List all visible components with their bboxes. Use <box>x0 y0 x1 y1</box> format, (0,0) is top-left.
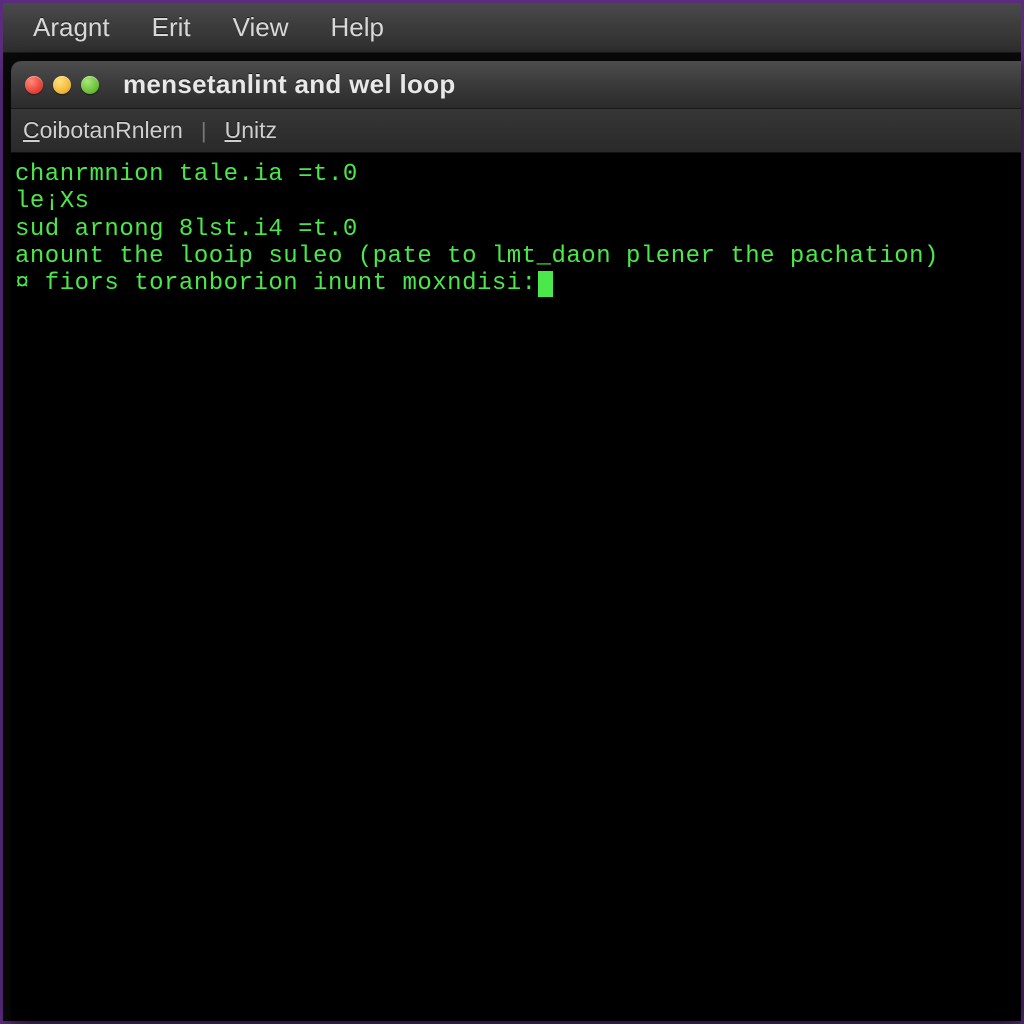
terminal-line: chanrmnion tale.ia =t.0 <box>15 161 1017 188</box>
tab-coibotanrnlern[interactable]: CoibotanRnlern <box>23 117 183 144</box>
window-controls <box>25 76 99 94</box>
tab-unitz[interactable]: Unitz <box>225 117 277 144</box>
tabbar: CoibotanRnlern | Unitz <box>11 109 1021 153</box>
menu-aragnt[interactable]: Aragnt <box>33 12 110 43</box>
terminal-line: le¡Xs <box>15 188 1017 215</box>
terminal-prompt-line: ¤ fiors toranborion inunt moxndisi: <box>15 270 1017 297</box>
prompt-text: fiors toranborion inunt moxndisi: <box>30 270 537 297</box>
titlebar[interactable]: mensetanlint and wel loop <box>11 61 1021 109</box>
terminal-window: mensetanlint and wel loop CoibotanRnlern… <box>11 61 1021 1021</box>
terminal-line: sud arnong 8lst.i4 =t.0 <box>15 216 1017 243</box>
maximize-icon[interactable] <box>81 76 99 94</box>
prompt-symbol-icon: ¤ <box>15 270 30 297</box>
minimize-icon[interactable] <box>53 76 71 94</box>
terminal-output[interactable]: chanrmnion tale.ia =t.0le¡Xssud arnong 8… <box>11 153 1021 1021</box>
close-icon[interactable] <box>25 76 43 94</box>
tab-separator: | <box>201 118 207 144</box>
terminal-line: anount the looip suleo (pate to lmt_daon… <box>15 243 1017 270</box>
menu-view[interactable]: View <box>233 12 289 43</box>
app-frame: Aragnt Erit View Help mensetanlint and w… <box>0 0 1024 1024</box>
window-title: mensetanlint and wel loop <box>123 69 456 100</box>
menubar: Aragnt Erit View Help <box>3 3 1021 53</box>
cursor-icon <box>538 271 553 297</box>
menu-erit[interactable]: Erit <box>152 12 191 43</box>
menu-help[interactable]: Help <box>331 12 384 43</box>
